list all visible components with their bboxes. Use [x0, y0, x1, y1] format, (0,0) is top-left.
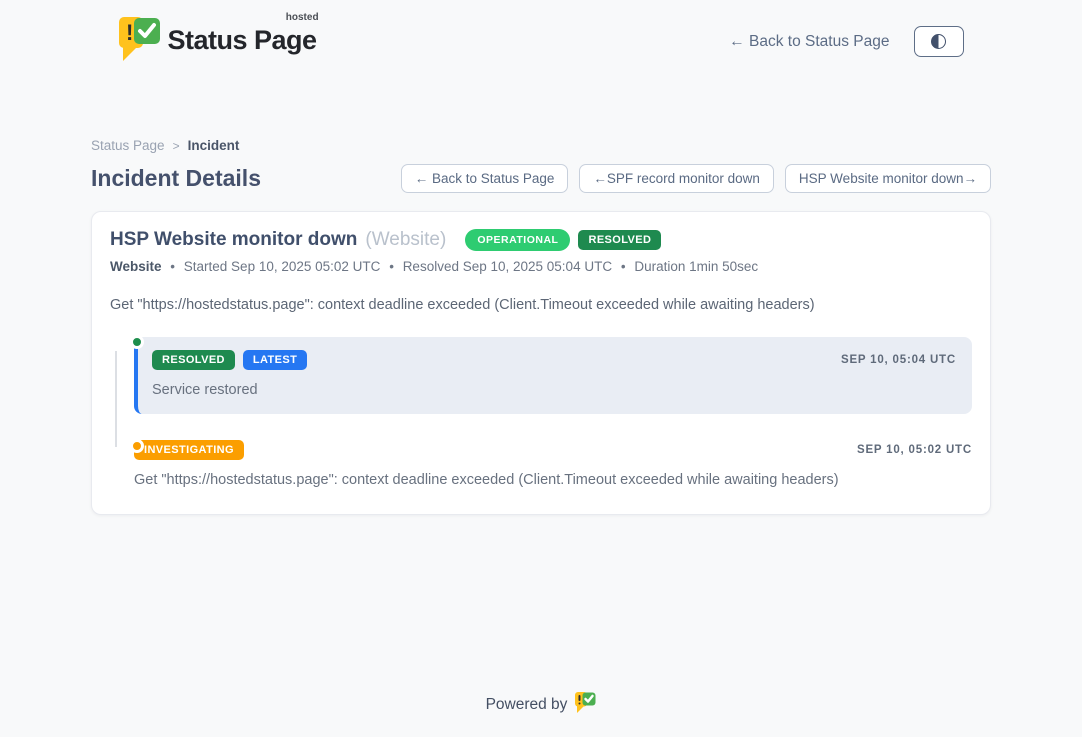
status-bubble-logo-icon — [575, 691, 596, 719]
breadcrumb: Status Page > Incident — [91, 138, 991, 153]
breadcrumb-incident: Incident — [188, 138, 240, 153]
incident-component: (Website) — [365, 229, 446, 251]
incident-card: HSP Website monitor down (Website) OPERA… — [91, 211, 991, 515]
theme-toggle-button[interactable] — [914, 26, 964, 57]
header: ! Status Page hosted ← Back to Status Pa… — [119, 0, 964, 68]
operational-badge: OPERATIONAL — [465, 229, 570, 251]
timeline-entry-resolved: RESOLVED LATEST SEP 10, 05:04 UTC Servic… — [134, 337, 972, 414]
footer: Powered by © 2025-10-08 14:10:34.772084 … — [0, 691, 1082, 737]
timeline-dot-orange — [130, 439, 144, 453]
breadcrumb-status-page[interactable]: Status Page — [91, 138, 165, 153]
prev-incident-button[interactable]: ←SPF record monitor down — [579, 164, 774, 193]
status-bubble-logo-icon: ! — [119, 15, 161, 68]
timeline-message: Service restored — [152, 382, 956, 398]
incident-timeline: RESOLVED LATEST SEP 10, 05:04 UTC Servic… — [110, 337, 972, 488]
svg-text:!: ! — [126, 20, 133, 45]
meta-resolved: Resolved Sep 10, 2025 05:04 UTC — [403, 259, 612, 274]
incident-nav-buttons: ← Back to Status Page ←SPF record monito… — [401, 164, 991, 193]
meta-started: Started Sep 10, 2025 05:02 UTC — [184, 259, 381, 274]
main-content: Status Page > Incident Incident Details … — [91, 138, 991, 515]
page-title: Incident Details — [91, 165, 261, 192]
meta-duration: Duration 1min 50sec — [634, 259, 758, 274]
incident-description: Get "https://hostedstatus.page": context… — [110, 297, 972, 313]
timeline-connector — [115, 351, 117, 447]
timeline-message: Get "https://hostedstatus.page": context… — [134, 472, 972, 488]
header-back-link[interactable]: ← Back to Status Page — [729, 33, 889, 51]
incident-title: HSP Website monitor down — [110, 229, 357, 251]
brand-name: Status Page — [168, 25, 317, 55]
app-logo: ! Status Page hosted — [119, 15, 317, 68]
timeline-timestamp: SEP 10, 05:04 UTC — [841, 354, 956, 366]
resolved-badge: RESOLVED — [578, 230, 661, 250]
breadcrumb-separator: > — [173, 139, 180, 153]
meta-component: Website — [110, 259, 162, 274]
resolved-badge: RESOLVED — [152, 350, 235, 370]
incident-meta: Website • Started Sep 10, 2025 05:02 UTC… — [110, 259, 972, 274]
powered-by-label: Powered by — [486, 696, 568, 714]
brand-superscript: hosted — [286, 12, 319, 23]
next-incident-button[interactable]: HSP Website monitor down→ — [785, 164, 991, 193]
latest-badge: LATEST — [243, 350, 307, 370]
back-to-status-page-button[interactable]: ← Back to Status Page — [401, 164, 569, 193]
timeline-dot-green — [130, 335, 144, 349]
contrast-icon — [931, 34, 946, 49]
timeline-timestamp: SEP 10, 05:02 UTC — [857, 444, 972, 456]
timeline-highlight-box: RESOLVED LATEST SEP 10, 05:04 UTC Servic… — [134, 337, 972, 414]
investigating-badge: INVESTIGATING — [134, 440, 244, 460]
timeline-entry-investigating: INVESTIGATING SEP 10, 05:02 UTC Get "htt… — [134, 440, 972, 488]
